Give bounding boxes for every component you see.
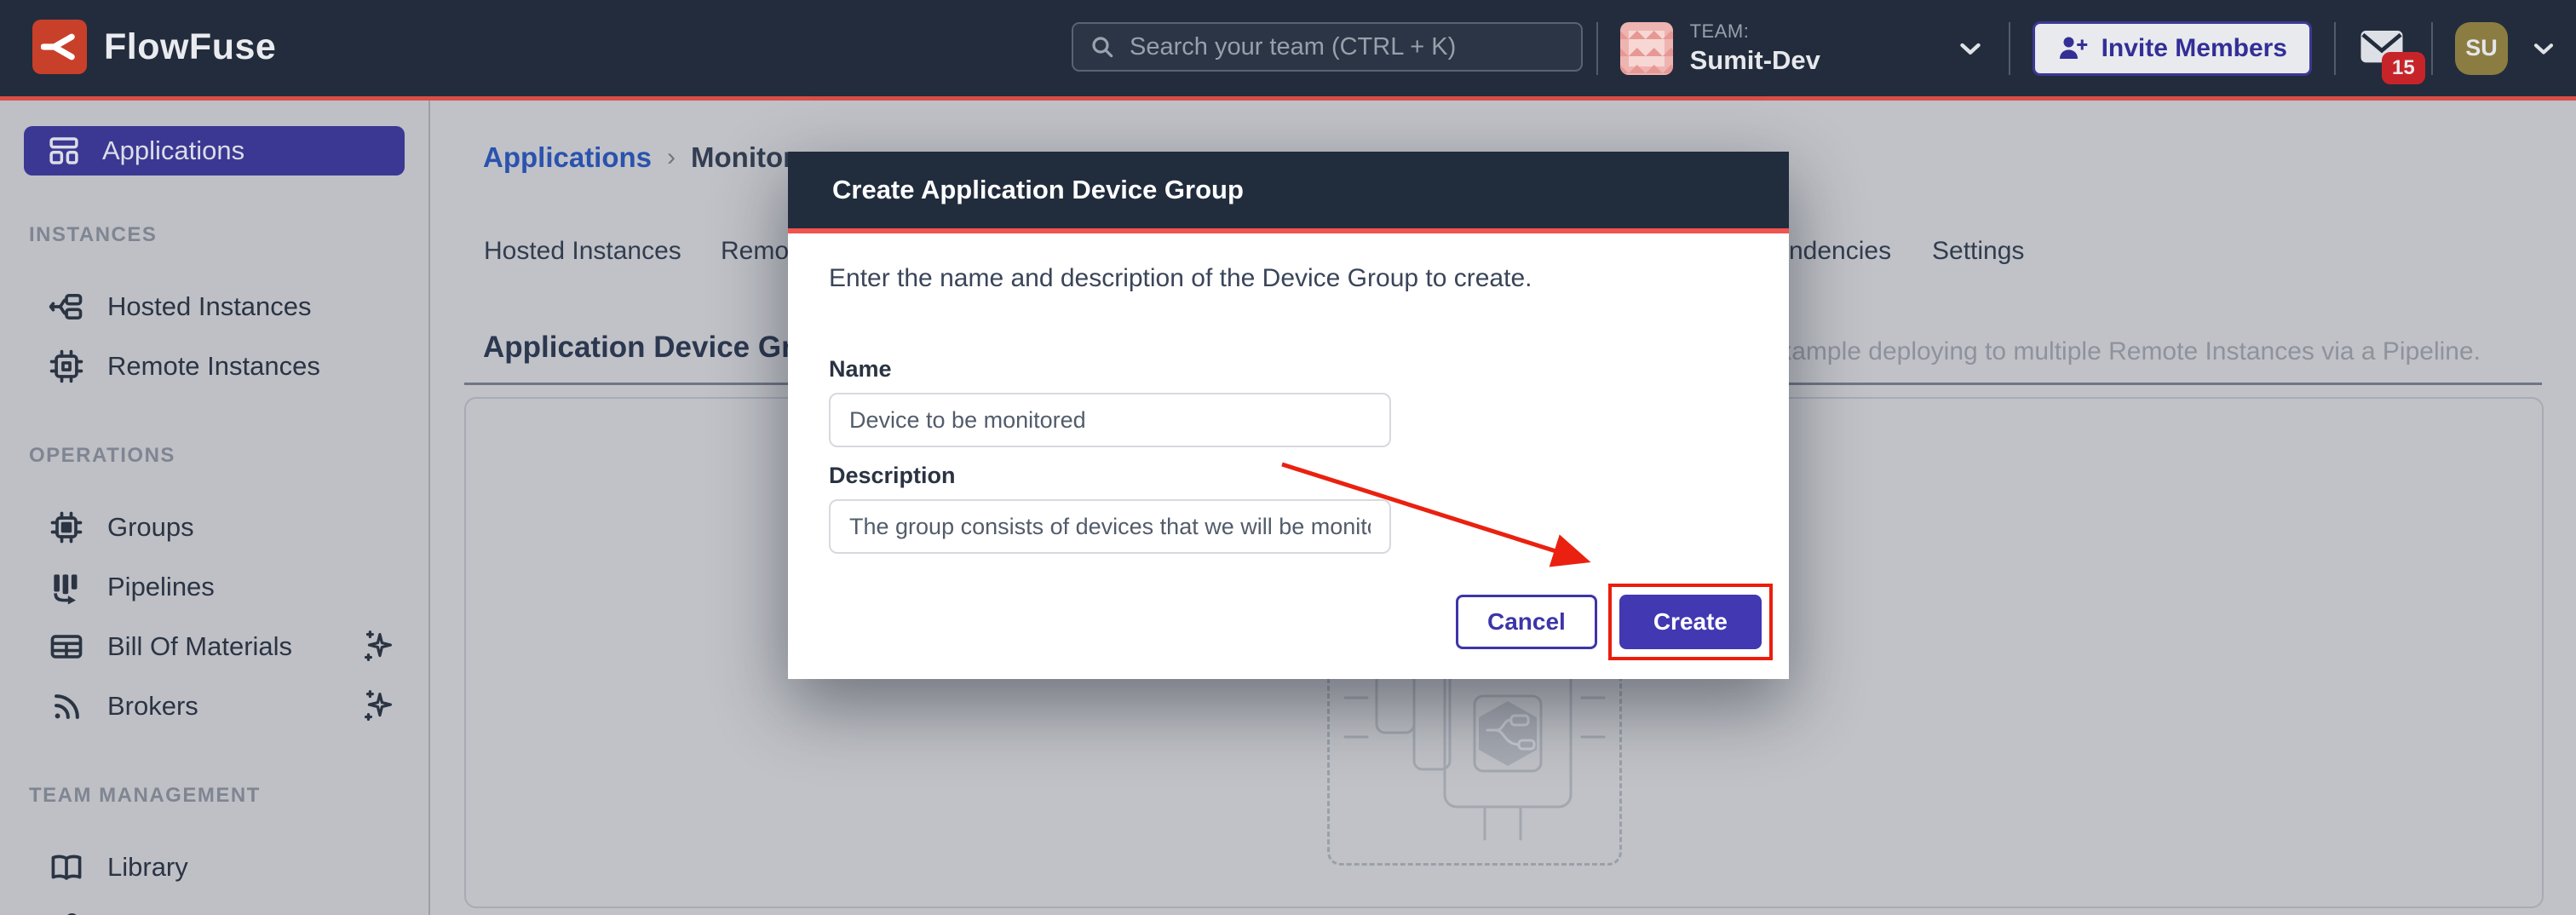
team-selector[interactable]: TEAM: Sumit-Dev <box>1620 21 1987 74</box>
sidebar-item-label: Bill Of Materials <box>107 631 292 662</box>
tab-remote-instances-partial[interactable]: Remot <box>721 237 796 266</box>
tab-hosted-instances[interactable]: Hosted Instances <box>484 237 681 266</box>
groups-icon <box>48 509 85 546</box>
create-button[interactable]: Create <box>1619 595 1762 649</box>
brand[interactable]: FlowFuse <box>32 20 276 74</box>
brokers-icon <box>48 688 85 725</box>
description-input[interactable] <box>829 499 1391 554</box>
search-icon <box>1089 33 1116 60</box>
sidebar-item-remote-instances[interactable]: Remote Instances <box>24 337 405 396</box>
sidebar-item-label: Members <box>107 912 217 915</box>
breadcrumb-applications-link[interactable]: Applications <box>483 141 652 174</box>
sidebar-section-instances: INSTANCES Hosted Instances <box>24 222 405 396</box>
sidebar-item-pipelines[interactable]: Pipelines <box>24 557 405 617</box>
section-label: INSTANCES <box>29 222 405 248</box>
breadcrumb-separator: › <box>667 143 676 172</box>
page-description: example deploying to multiple Remote Ins… <box>1765 337 2481 366</box>
sidebar-item-label: Hosted Instances <box>107 291 312 322</box>
page-title: Application Device Grou <box>483 331 829 365</box>
name-field-label: Name <box>829 356 1748 383</box>
breadcrumb: Applications › Monitor <box>483 141 794 174</box>
sidebar-item-label: Pipelines <box>107 572 215 602</box>
sidebar-section-operations: OPERATIONS Groups <box>24 443 405 736</box>
section-label: TEAM MANAGEMENT <box>29 783 405 809</box>
sparkles-icon <box>359 687 398 726</box>
app-window: FlowFuse TEAM: Sumit-Dev <box>0 0 2576 915</box>
logo-text: FlowFuse <box>104 26 276 68</box>
description-field-label: Description <box>829 463 1748 489</box>
modal-header: Create Application Device Group <box>788 152 1789 233</box>
cancel-button[interactable]: Cancel <box>1456 595 1597 649</box>
user-plus-icon <box>2057 33 2088 64</box>
user-avatar[interactable]: SU <box>2455 22 2508 75</box>
sidebar-item-label: Applications <box>102 135 244 166</box>
nav-divider <box>2009 22 2010 75</box>
sidebar-item-label: Groups <box>107 512 194 543</box>
sidebar-item-bill-of-materials[interactable]: Bill Of Materials <box>24 617 405 676</box>
sidebar-item-applications[interactable]: Applications <box>24 126 405 176</box>
notification-count-badge: 15 <box>2382 52 2425 84</box>
team-search[interactable] <box>1072 22 1583 72</box>
name-input[interactable] <box>829 393 1391 447</box>
user-menu-chevron-down-icon[interactable] <box>2528 33 2559 64</box>
modal-intro-text: Enter the name and description of the De… <box>829 264 1748 293</box>
team-name: Sumit-Dev <box>1690 46 1820 75</box>
modal-body: Enter the name and description of the De… <box>788 264 1789 649</box>
remote-instances-icon <box>48 348 85 385</box>
top-navbar: FlowFuse TEAM: Sumit-Dev <box>0 0 2576 101</box>
team-label: TEAM: <box>1690 21 1820 42</box>
sidebar-item-hosted-instances[interactable]: Hosted Instances <box>24 277 405 337</box>
search-input[interactable] <box>1128 32 1566 62</box>
nav-divider <box>2334 22 2336 75</box>
applications-icon <box>46 133 82 169</box>
invite-members-button[interactable]: Invite Members <box>2033 21 2312 76</box>
sidebar-section-team-management: TEAM MANAGEMENT Library <box>24 783 405 915</box>
team-avatar <box>1620 22 1673 75</box>
sidebar-item-brokers[interactable]: Brokers <box>24 676 405 736</box>
sparkles-icon <box>359 627 398 666</box>
modal-actions: Cancel Create <box>829 595 1762 649</box>
sidebar-item-label: Library <box>107 852 188 883</box>
sidebar-item-label: Brokers <box>107 691 198 722</box>
sidebar-item-label: Remote Instances <box>107 351 320 382</box>
navbar-right-cluster: TEAM: Sumit-Dev In <box>1574 0 2559 96</box>
members-users-icon <box>48 908 85 915</box>
chevron-down-icon <box>1954 32 1987 65</box>
library-book-icon <box>48 849 85 886</box>
section-label: OPERATIONS <box>29 443 405 469</box>
create-device-group-modal: Create Application Device Group Enter th… <box>788 152 1789 679</box>
invite-members-label: Invite Members <box>2102 34 2287 63</box>
sidebar: Applications INSTANCES Hosted Instances <box>0 101 430 915</box>
tab-dependencies-partial[interactable]: ndencies <box>1789 237 1891 266</box>
nav-divider <box>2431 22 2433 75</box>
bill-of-materials-icon <box>48 628 85 665</box>
tab-settings[interactable]: Settings <box>1932 237 2024 266</box>
sidebar-item-members[interactable]: Members <box>24 897 405 915</box>
flowfuse-logo-icon <box>32 20 87 74</box>
breadcrumb-current: Monitor <box>691 141 794 174</box>
sidebar-item-groups[interactable]: Groups <box>24 498 405 557</box>
pipelines-icon <box>48 568 85 606</box>
sidebar-item-library[interactable]: Library <box>24 837 405 897</box>
hosted-instances-icon <box>48 288 85 325</box>
nav-divider <box>1596 22 1598 75</box>
notifications-button[interactable]: 15 <box>2358 21 2409 76</box>
modal-title: Create Application Device Group <box>832 175 1244 205</box>
